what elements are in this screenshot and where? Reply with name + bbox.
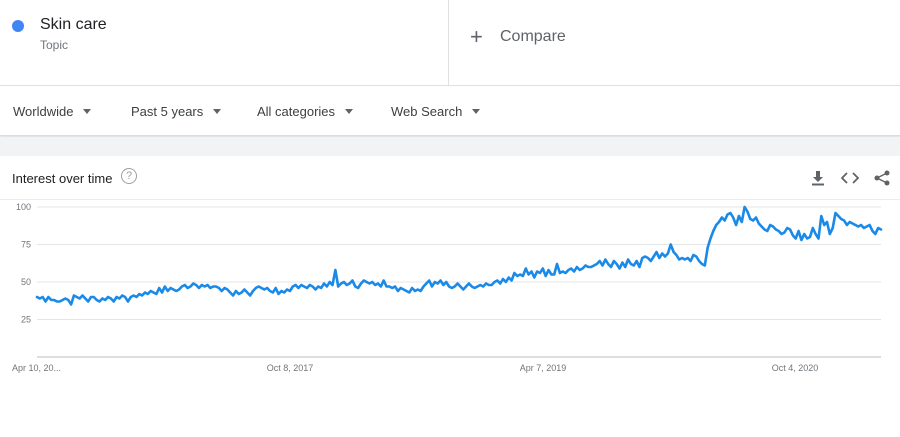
compare-label: Compare xyxy=(500,28,566,45)
embed-icon[interactable] xyxy=(840,168,860,188)
y-tick-label: 75 xyxy=(21,240,31,250)
time-range-filter[interactable]: Past 5 years xyxy=(131,103,222,119)
plus-icon: + xyxy=(470,24,483,49)
series-line xyxy=(35,205,883,306)
interest-over-time-card: Interest over time ? 100 75 50 25 Apr 10, 20… xyxy=(0,156,900,437)
x-tick-label: Apr 7, 2019 xyxy=(520,363,567,373)
y-tick-label: 50 xyxy=(21,277,31,287)
region-filter[interactable]: Worldwide xyxy=(13,103,92,119)
download-icon[interactable] xyxy=(808,168,828,188)
chevron-down-icon xyxy=(83,108,92,114)
help-icon[interactable]: ? xyxy=(121,168,137,184)
time-range-filter-label: Past 5 years xyxy=(131,103,204,119)
chevron-down-icon xyxy=(345,108,354,114)
card-header: Interest over time ? xyxy=(0,156,900,200)
chevron-down-icon xyxy=(472,108,481,114)
chevron-down-icon xyxy=(213,108,222,114)
term-type: Topic xyxy=(40,38,69,52)
category-filter[interactable]: All categories xyxy=(257,103,354,119)
card-title: Interest over time xyxy=(12,171,113,186)
y-tick-label: 100 xyxy=(16,202,31,212)
x-tick-label: Oct 8, 2017 xyxy=(267,363,314,373)
term-color-dot xyxy=(12,20,24,32)
share-icon[interactable] xyxy=(872,168,892,188)
x-tick-label: Apr 10, 20... xyxy=(12,363,61,373)
compare-button[interactable]: + Compare xyxy=(470,26,566,48)
search-type-filter-label: Web Search xyxy=(391,103,463,119)
category-filter-label: All categories xyxy=(257,103,336,119)
filter-bar: Worldwide Past 5 years All categories We… xyxy=(0,86,900,136)
section-divider xyxy=(0,137,900,156)
region-filter-label: Worldwide xyxy=(13,103,74,119)
explore-header: Skin care Topic + Compare xyxy=(0,0,900,86)
interest-line-chart: 100 75 50 25 Apr 10, 20... Oct 8, 2017 Apr 7, … xyxy=(12,202,883,373)
search-term-card[interactable]: Skin care Topic xyxy=(0,0,449,86)
search-type-filter[interactable]: Web Search xyxy=(391,103,481,119)
y-tick-label: 25 xyxy=(21,315,31,325)
term-name: Skin care xyxy=(40,16,107,33)
x-tick-label: Oct 4, 2020 xyxy=(772,363,819,373)
